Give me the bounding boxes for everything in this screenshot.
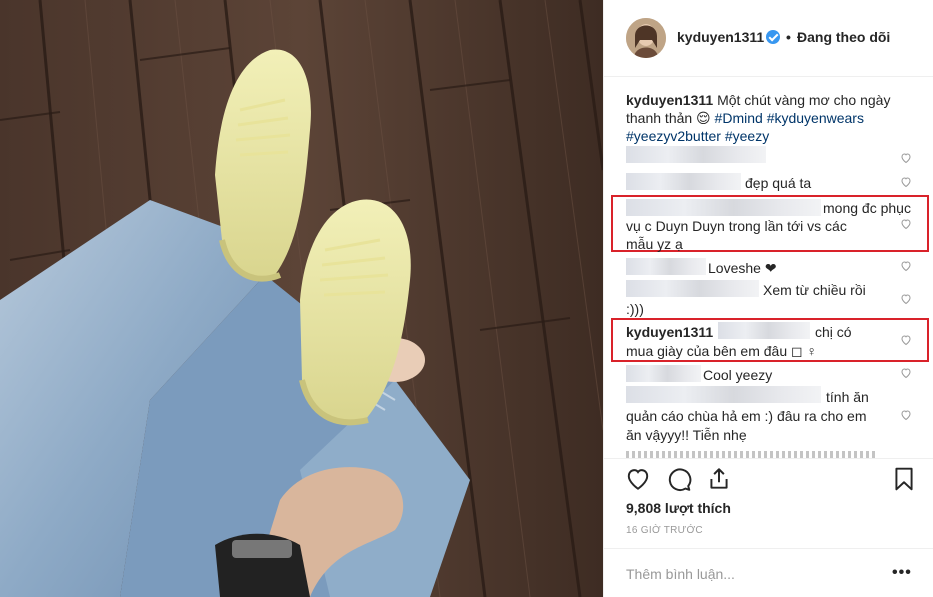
comment-text: tính ăn [826, 389, 869, 405]
comment-text: đẹp quá ta [745, 175, 812, 191]
sneakers-photo [0, 0, 603, 597]
caption-username[interactable]: kyduyen1311 [626, 92, 713, 108]
add-comment-bar: Thêm bình luận... ••• [604, 548, 933, 597]
like-comment-icon[interactable] [900, 367, 912, 379]
blurred-username [626, 258, 706, 275]
post-photo[interactable] [0, 0, 603, 597]
comment-text: Loveshe ❤ [708, 260, 777, 276]
next-comment-cutoff [626, 451, 876, 458]
comment-text: vụ c Duyn Duyn trong lần tới vs các [626, 218, 847, 234]
comment-username[interactable]: kyduyen1311 [626, 323, 713, 341]
blurred-username [626, 386, 821, 403]
post-caption: kyduyen1311 Một chút vàng mơ cho ngày th… [626, 91, 916, 145]
like-comment-icon[interactable] [900, 176, 912, 188]
comment-text: chị có [815, 324, 852, 340]
hashtag-link[interactable]: #kyduyenwears [767, 110, 864, 126]
post-actions: 9,808 lượt thích 16 GIỜ TRƯỚC [604, 458, 933, 548]
hashtag-link[interactable]: #yeezyv2butter [626, 128, 721, 144]
heart-icon[interactable] [625, 466, 651, 492]
comment-icon[interactable] [666, 466, 692, 492]
comment-text: mong đc phục [823, 200, 911, 216]
hashtag-link[interactable]: #Dmind [715, 110, 763, 126]
comment-text: quản cáo chùa hả em :) đâu ra cho em [626, 408, 867, 424]
blurred-username [626, 365, 701, 382]
blurred-username [626, 173, 741, 190]
comment-text: ăn vậyyy!! Tiễn nhẹ [626, 427, 747, 443]
following-button[interactable]: Đang theo dõi [797, 29, 890, 45]
post-header: kyduyen1311 • Đang theo dõi [604, 0, 933, 77]
avatar[interactable] [626, 18, 666, 58]
share-icon[interactable] [706, 466, 732, 492]
like-comment-icon[interactable] [900, 334, 912, 346]
comment-text: Xem từ chiều rồi [763, 282, 866, 298]
header-username[interactable]: kyduyen1311 [677, 29, 764, 45]
like-comment-icon[interactable] [900, 152, 912, 164]
blurred-mention [718, 322, 810, 339]
comment-text: Cool yeezy [703, 367, 773, 383]
bookmark-icon[interactable] [891, 466, 917, 492]
comments-list[interactable]: kyduyen1311 Một chút vàng mơ cho ngày th… [604, 78, 933, 458]
like-comment-icon[interactable] [900, 409, 912, 421]
blurred-username [626, 199, 821, 216]
comment-text: :))) [626, 301, 644, 317]
like-comment-icon[interactable] [900, 218, 912, 230]
likes-count[interactable]: 9,808 lượt thích [626, 500, 731, 516]
like-comment-icon[interactable] [900, 260, 912, 272]
comment-text: mẫu yz ạ [626, 236, 683, 252]
post-sidebar: kyduyen1311 • Đang theo dõi kyduyen1311 … [603, 0, 933, 597]
comment-input[interactable]: Thêm bình luận... [626, 566, 735, 582]
comment-text: mua giày của bên em đâu ◻ ♀ [626, 343, 818, 359]
separator-dot: • [786, 29, 791, 45]
blurred-username [626, 146, 766, 163]
hashtag-link[interactable]: #yeezy [725, 128, 769, 144]
post-timestamp[interactable]: 16 GIỜ TRƯỚC [626, 525, 703, 536]
like-comment-icon[interactable] [900, 293, 912, 305]
blurred-username [626, 280, 759, 297]
verified-icon [766, 30, 780, 44]
more-options-icon[interactable]: ••• [892, 564, 912, 582]
